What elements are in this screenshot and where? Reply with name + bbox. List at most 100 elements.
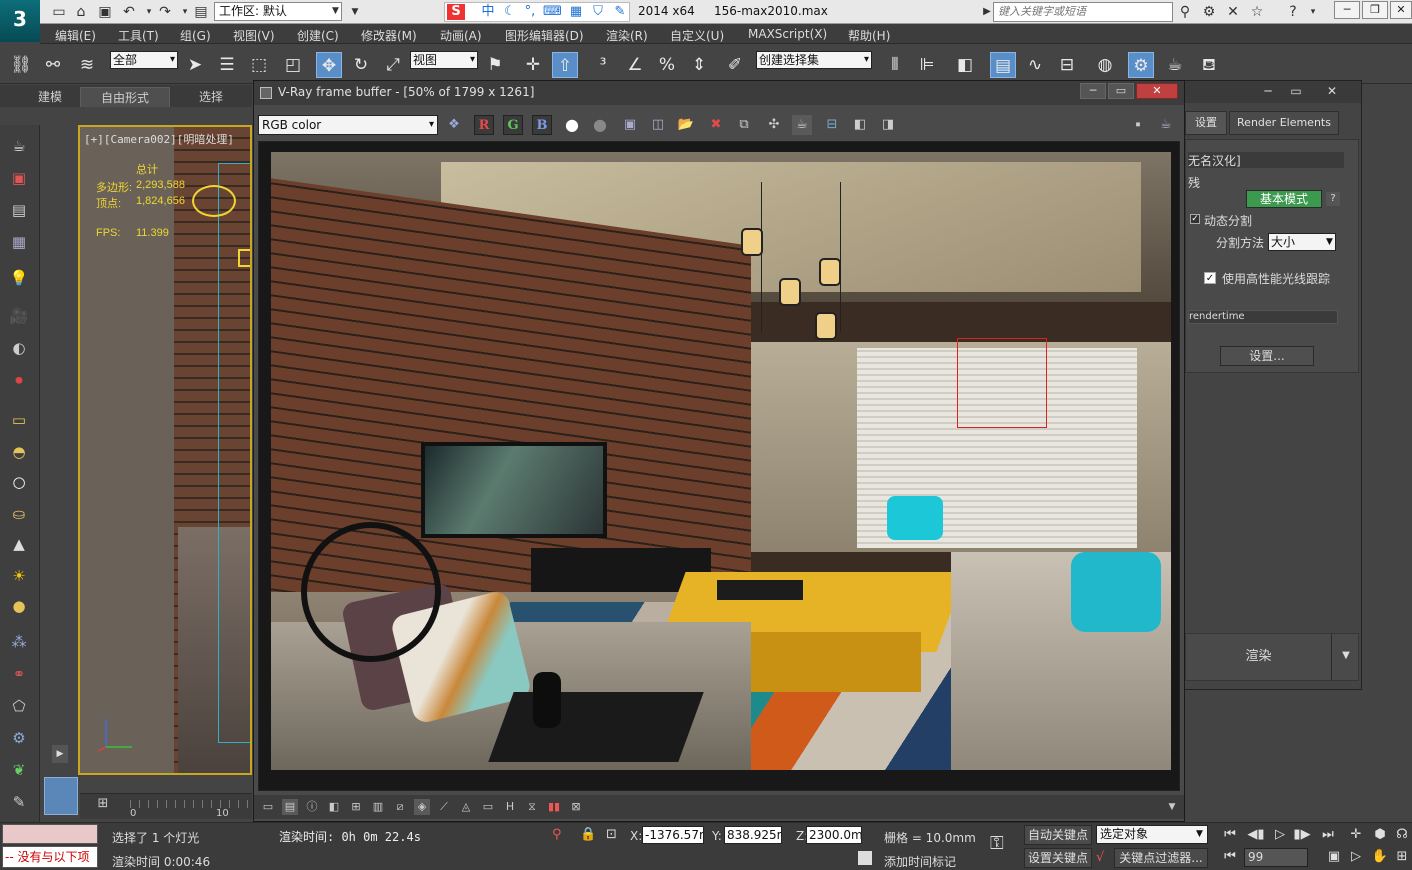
table-icon[interactable]: ▦: [8, 231, 30, 253]
ocio-icon[interactable]: ◬: [458, 799, 474, 815]
camera-viewport[interactable]: [+][Camera002][明暗处理] 总计 多边形: 2,293,588 顶…: [78, 125, 252, 775]
stop-render-icon[interactable]: ⏹: [1128, 115, 1148, 135]
sun-icon[interactable]: ☀: [8, 565, 30, 587]
favorites-star-icon[interactable]: ☆: [1248, 3, 1266, 21]
select-and-scale-icon[interactable]: ⤢: [380, 52, 406, 78]
rendered-image[interactable]: [271, 152, 1171, 770]
history-icon[interactable]: H: [502, 799, 518, 815]
color-channels-icon[interactable]: ❖: [444, 115, 464, 135]
vfb-minimize-button[interactable]: ─: [1080, 83, 1106, 99]
sphere-camera-icon[interactable]: ◐: [8, 337, 30, 359]
render-dropdown-icon[interactable]: ▼: [1338, 648, 1354, 664]
menu-edit[interactable]: 编辑(E): [55, 27, 96, 44]
selection-filter-dropdown[interactable]: 全部: [110, 51, 178, 69]
green-channel-button[interactable]: G: [503, 115, 523, 135]
red-channel-button[interactable]: R: [474, 115, 494, 135]
key-mode-toggle-icon[interactable]: ⏮: [1220, 848, 1240, 866]
menu-customize[interactable]: 自定义(U): [670, 27, 724, 44]
project-folder-icon[interactable]: ▤: [192, 3, 210, 21]
edit-named-selection-icon[interactable]: ✐: [722, 52, 748, 78]
play-icon[interactable]: ▷: [1270, 826, 1290, 844]
render-channel-dropdown[interactable]: RGB color: [258, 115, 438, 135]
percent-snap-icon[interactable]: %: [654, 52, 680, 78]
mono-channel-icon[interactable]: ●: [590, 115, 610, 135]
white-balance-icon[interactable]: ⊞: [348, 799, 364, 815]
help-icon[interactable]: ?: [1284, 3, 1302, 21]
hp-raycast-checkbox[interactable]: ✓: [1204, 272, 1216, 284]
maxscript-listener-input[interactable]: [2, 824, 98, 844]
keyboard-icon[interactable]: ⌨: [543, 4, 562, 20]
plane-icon[interactable]: ▭: [8, 409, 30, 431]
hair-fur-icon[interactable]: ✎: [8, 791, 30, 813]
info-icon[interactable]: ⓘ: [304, 799, 320, 815]
duplicate-to-max-vfb-icon[interactable]: ⧉: [734, 115, 754, 135]
moon-icon[interactable]: ☾: [501, 4, 519, 20]
subscription-icon[interactable]: ⚙: [1200, 3, 1218, 21]
ime-chinese-icon[interactable]: 中: [479, 4, 497, 20]
mirror-icon[interactable]: ⫴: [882, 52, 908, 78]
light-bulb-icon[interactable]: 💡: [8, 267, 30, 289]
render-button[interactable]: 渲染: [1186, 634, 1332, 680]
exposure-icon[interactable]: ◧: [326, 799, 342, 815]
timeline[interactable]: ⊞ 0 10: [80, 793, 252, 819]
select-and-link-icon[interactable]: ⛓: [8, 52, 34, 78]
tab-freeform[interactable]: 自由形式: [80, 87, 170, 107]
vfb-maximize-button[interactable]: ▭: [1108, 83, 1134, 99]
collapse-icon[interactable]: ▼: [1164, 799, 1180, 815]
menu-views[interactable]: 视图(V): [233, 27, 275, 44]
region-render-box[interactable]: [957, 338, 1047, 428]
key-filters-button[interactable]: 关键点过滤器...: [1114, 848, 1208, 868]
punctuation-icon[interactable]: °,: [521, 4, 539, 20]
link-icon[interactable]: ⚭: [8, 663, 30, 685]
basic-mode-button[interactable]: 基本模式: [1246, 190, 1322, 208]
redo-icon[interactable]: ↷: [156, 3, 174, 21]
communication-icon[interactable]: ✕: [1224, 3, 1242, 21]
z-coordinate-field[interactable]: 2300.0mm: [806, 826, 862, 844]
document-icon[interactable]: ▤: [8, 199, 30, 221]
snaps-toggle-icon[interactable]: ³: [590, 52, 616, 78]
rs-minimize-button[interactable]: ─: [1255, 83, 1281, 99]
cone-icon[interactable]: ▲: [8, 533, 30, 555]
menu-tools[interactable]: 工具(T): [118, 27, 159, 44]
menu-help[interactable]: 帮助(H): [848, 27, 890, 44]
auto-key-button[interactable]: 自动关键点: [1024, 825, 1092, 845]
timeline-slider-icon[interactable]: ⊞: [88, 796, 118, 814]
maximize-viewport-icon[interactable]: ⊞: [1392, 848, 1412, 866]
teapot-icon[interactable]: ☕: [8, 135, 30, 157]
named-selection-dropdown[interactable]: 创建选择集: [756, 51, 872, 69]
menu-rendering[interactable]: 渲染(R): [606, 27, 648, 44]
goto-start-icon[interactable]: ⏮: [1220, 826, 1240, 844]
render-teapot-icon[interactable]: ☕: [792, 115, 812, 135]
menu-modifiers[interactable]: 修改器(M): [361, 27, 417, 44]
select-by-name-icon[interactable]: ☰: [214, 52, 240, 78]
select-object-icon[interactable]: ➤: [182, 52, 208, 78]
next-frame-icon[interactable]: ▮▶: [1292, 826, 1312, 844]
menu-group[interactable]: 组(G): [180, 27, 211, 44]
shape-icon[interactable]: ⬠: [8, 695, 30, 717]
basket-icon[interactable]: ⛀: [8, 503, 30, 525]
goto-end-icon[interactable]: ⏭: [1318, 826, 1338, 844]
current-frame-field[interactable]: 99: [1244, 848, 1308, 867]
light-target-box[interactable]: [238, 249, 250, 267]
new-file-icon[interactable]: ▭: [50, 3, 68, 21]
icc-icon[interactable]: ▭: [480, 799, 496, 815]
tab-modeling[interactable]: 建模: [10, 87, 90, 107]
render-icon[interactable]: ☕: [1156, 115, 1176, 135]
curve-icon[interactable]: ⧄: [392, 799, 408, 815]
close-button[interactable]: ✕: [1390, 1, 1412, 19]
color-correction-icon[interactable]: ▤: [282, 799, 298, 815]
lock-icon[interactable]: 🔒: [580, 827, 598, 845]
render-production-icon[interactable]: ⛾: [1196, 52, 1222, 78]
dolly-icon[interactable]: ▷: [1346, 848, 1366, 866]
help-button[interactable]: ?: [1326, 192, 1340, 206]
viewport-label[interactable]: [+][Camera002][明暗处理]: [84, 131, 234, 147]
render-frame-icon[interactable]: ▣: [8, 167, 30, 189]
reference-coordinate-dropdown[interactable]: 视图: [410, 51, 478, 69]
vfb-canvas[interactable]: 渲染时间: 0h 0m 22.4s: [258, 141, 1180, 844]
video-camera-icon[interactable]: ⏺: [8, 369, 30, 391]
angle-snap-icon[interactable]: ∠: [622, 52, 648, 78]
binoculars-icon[interactable]: ⚲: [1176, 3, 1194, 21]
dynamic-split-checkbox[interactable]: ✓: [1190, 214, 1200, 224]
previous-frame-icon[interactable]: ◀▮: [1246, 826, 1266, 844]
wrench-icon[interactable]: ✎: [611, 4, 629, 20]
